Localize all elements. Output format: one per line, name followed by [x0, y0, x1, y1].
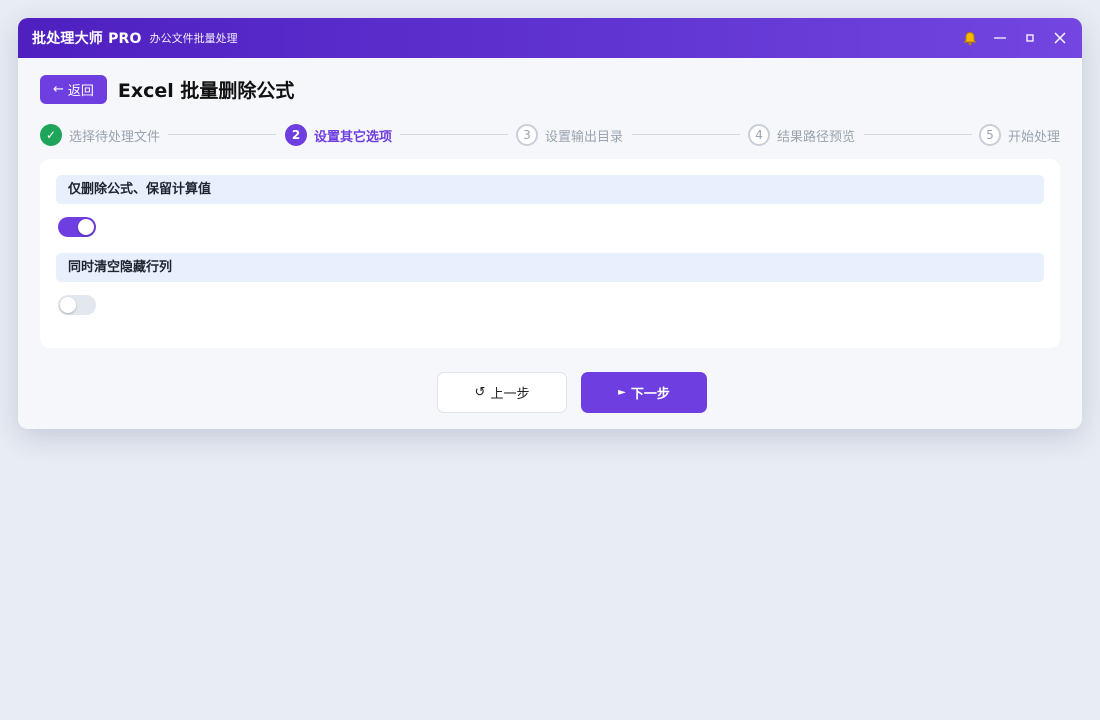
prev-step-label: 上一步 [490, 387, 530, 402]
step-4-number: 4 [748, 124, 770, 146]
app-name: 批处理大师 PRO [32, 31, 142, 47]
play-icon: ► [618, 387, 626, 398]
window-controls [962, 30, 1068, 46]
step-5-number: 5 [979, 124, 1001, 146]
step-1-label: 选择待处理文件 [69, 129, 161, 145]
prev-step-button[interactable]: ↺ 上一步 [437, 372, 567, 413]
option-keep-values: 仅删除公式、保留计算值 [56, 175, 1044, 237]
keep-values-toggle[interactable] [58, 217, 96, 237]
step-4[interactable]: 4 结果路径预览 [748, 123, 855, 147]
app-window: 批处理大师 PRO 办公文件批量处理 ← 返回 Excel 批量删除公式 ✓ 选… [18, 18, 1082, 429]
step-3-number: 3 [516, 124, 538, 146]
step-1-check-icon: ✓ [40, 124, 62, 146]
footer-actions: ↺ 上一步 ► 下一步 [40, 348, 1060, 420]
option-label: 仅删除公式、保留计算值 [56, 175, 1044, 204]
step-2-number: 2 [285, 124, 307, 146]
toggle-knob [60, 297, 76, 313]
step-4-label: 结果路径预览 [777, 129, 856, 145]
step-connector [864, 134, 972, 135]
step-5-label: 开始处理 [1008, 129, 1061, 145]
bell-icon[interactable] [962, 30, 978, 46]
step-connector [168, 134, 276, 135]
step-3-label: 设置输出目录 [545, 129, 624, 145]
step-1[interactable]: ✓ 选择待处理文件 [40, 123, 160, 147]
app-subtitle: 办公文件批量处理 [149, 32, 238, 45]
toggle-knob [78, 219, 94, 235]
back-arrow-icon: ← [53, 81, 64, 97]
minimize-icon[interactable] [992, 30, 1008, 46]
step-connector [632, 134, 740, 135]
option-clear-hidden: 同时清空隐藏行列 [56, 253, 1044, 315]
page-header: ← 返回 Excel 批量删除公式 [40, 74, 1060, 104]
maximize-icon[interactable] [1022, 30, 1038, 46]
next-step-label: 下一步 [630, 387, 670, 402]
back-button[interactable]: ← 返回 [40, 74, 107, 104]
options-card: 仅删除公式、保留计算值 同时清空隐藏行列 [40, 159, 1060, 348]
back-button-label: 返回 [67, 83, 94, 99]
step-connector [400, 134, 508, 135]
undo-icon: ↺ [474, 385, 486, 400]
step-progress: ✓ 选择待处理文件 2 设置其它选项 3 设置输出目录 4 结果路径预览 5 开… [40, 123, 1060, 147]
step-3[interactable]: 3 设置输出目录 [516, 123, 623, 147]
option-label: 同时清空隐藏行列 [56, 253, 1044, 282]
page-title: Excel 批量删除公式 [117, 79, 295, 102]
close-icon[interactable] [1052, 30, 1068, 46]
step-5[interactable]: 5 开始处理 [979, 123, 1060, 147]
title-bar: 批处理大师 PRO 办公文件批量处理 [18, 18, 1082, 58]
main-content: ← 返回 Excel 批量删除公式 ✓ 选择待处理文件 2 设置其它选项 3 设… [18, 58, 1082, 420]
next-step-button[interactable]: ► 下一步 [581, 372, 707, 413]
clear-hidden-toggle[interactable] [58, 295, 96, 315]
step-2[interactable]: 2 设置其它选项 [285, 123, 392, 147]
step-2-label: 设置其它选项 [314, 129, 393, 145]
